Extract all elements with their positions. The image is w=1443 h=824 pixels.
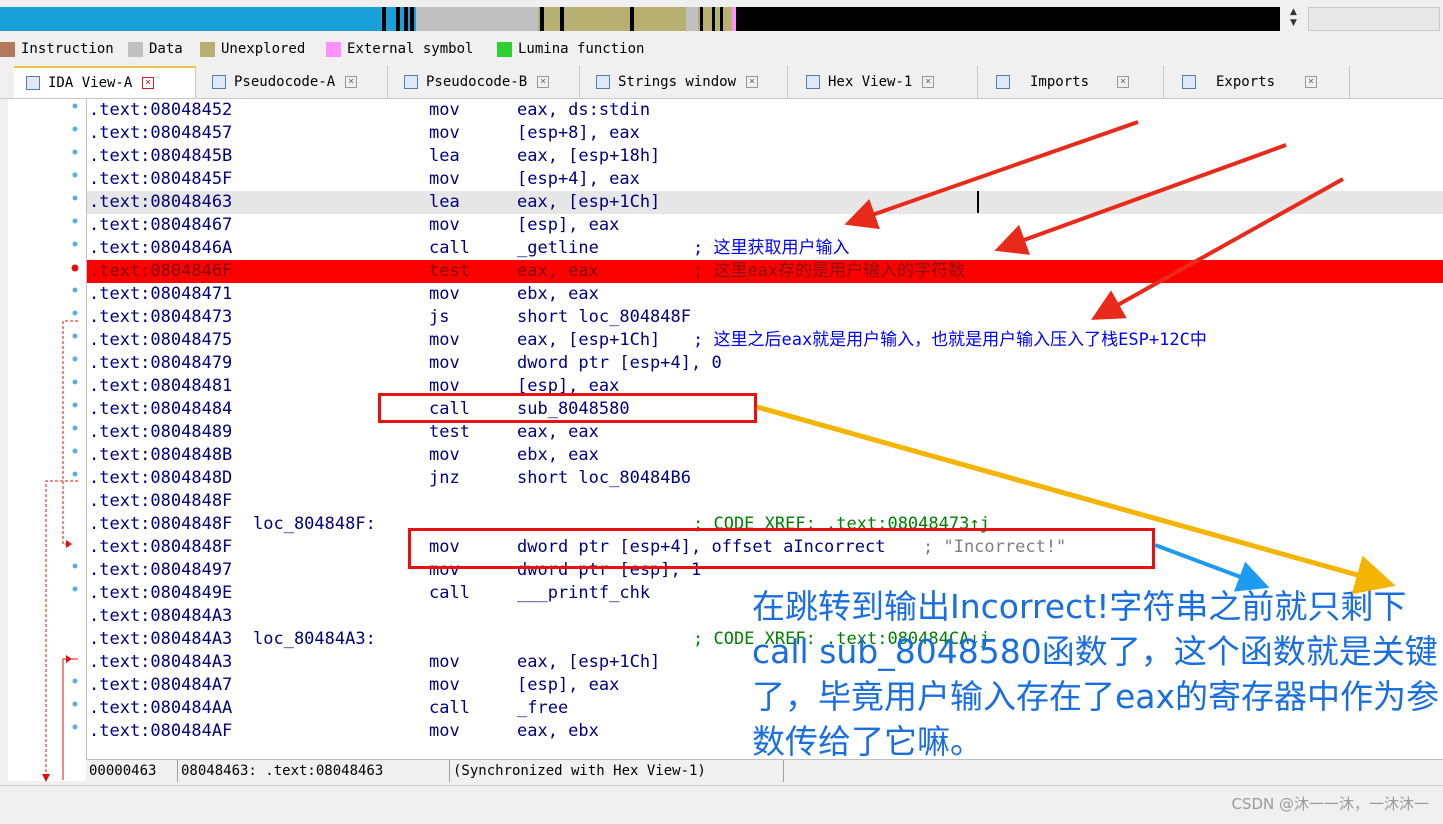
highlight-box-incorrect bbox=[408, 528, 1155, 569]
code-line[interactable]: .text:08048475 mov eax, [esp+1Ch]; 这里之后eax… bbox=[87, 329, 1443, 352]
tab-label: Exports bbox=[1216, 74, 1276, 90]
code-line[interactable]: .text:08048467 mov [esp], eax bbox=[87, 214, 1443, 237]
tab-strings-window[interactable]: Strings window × bbox=[580, 66, 788, 98]
text-cursor bbox=[977, 191, 979, 213]
tab-label: Pseudocode-A bbox=[234, 74, 336, 90]
code-line[interactable]: .text:08048473 js short loc_804848F bbox=[87, 306, 1443, 329]
tab-bar: IDA View-A × Pseudocode-A × Pseudocode-B × … bbox=[0, 66, 1443, 99]
annotation-text: 在跳转到输出Incorrect!字符串之前就只剩下call sub_804858… bbox=[752, 587, 1440, 761]
navigation-band[interactable]: ▲ ▼ bbox=[0, 0, 1443, 36]
legend-label: Instruction bbox=[21, 41, 114, 57]
tab-hex-view-1[interactable]: Hex View-1 × bbox=[788, 66, 978, 98]
code-line[interactable]: .text:0804845F mov [esp+4], eax bbox=[87, 168, 1443, 191]
legend-item-external-symbol: External symbol bbox=[326, 41, 473, 57]
tab-pseudocode-b[interactable]: Pseudocode-B × bbox=[388, 66, 580, 98]
legend-item-data: Data bbox=[128, 41, 183, 57]
close-icon[interactable]: × bbox=[1117, 76, 1130, 88]
close-icon[interactable]: × bbox=[1305, 76, 1318, 88]
tab-label: Hex View-1 bbox=[828, 74, 913, 90]
bottom-scrollbar[interactable] bbox=[0, 785, 1443, 824]
exports-icon bbox=[1182, 75, 1196, 89]
legend-swatch bbox=[0, 41, 15, 57]
status-offset: 00000463 bbox=[86, 760, 178, 782]
tab-label: IDA View-A bbox=[48, 75, 133, 91]
navigation-bar[interactable] bbox=[0, 7, 1280, 31]
legend-label: Lumina function bbox=[518, 41, 645, 57]
close-icon[interactable]: × bbox=[922, 76, 935, 88]
code-line[interactable]: .text:08048457 mov [esp+8], eax bbox=[87, 122, 1443, 145]
navigation-scroll[interactable]: ▲ ▼ bbox=[1284, 5, 1304, 33]
navigation-overview bbox=[1308, 7, 1440, 31]
code-line[interactable]: .text:08048484 call sub_8048580 bbox=[87, 398, 1443, 421]
legend-label: External symbol bbox=[347, 41, 474, 57]
tab-label: Pseudocode-B bbox=[426, 74, 528, 90]
code-line[interactable]: .text:0804848D jnz short loc_80484B6 bbox=[87, 467, 1443, 490]
imports-icon bbox=[996, 75, 1010, 89]
flow-gutter[interactable] bbox=[8, 99, 86, 781]
code-label: loc_804848F: bbox=[253, 514, 376, 534]
highlight-box-call bbox=[378, 393, 757, 423]
scroll-up-icon[interactable]: ▲ bbox=[1290, 7, 1297, 17]
tab-label: Strings window bbox=[618, 74, 737, 90]
close-icon[interactable]: × bbox=[345, 76, 358, 88]
pseudocode-icon bbox=[404, 75, 418, 89]
legend-label: Data bbox=[149, 41, 183, 57]
tab-ida-view-a[interactable]: IDA View-A × bbox=[14, 66, 196, 98]
legend-swatch bbox=[200, 41, 215, 57]
close-icon[interactable]: × bbox=[142, 77, 155, 89]
code-comment: ; 这里之后eax就是用户输入，也就是用户输入压入了栈ESP+12C中 bbox=[693, 330, 1207, 350]
code-line[interactable]: .text:0804846A call _getline; 这里获取用户输入 bbox=[87, 237, 1443, 260]
tab-imports[interactable]: Imports × bbox=[978, 66, 1164, 98]
legend-swatch bbox=[497, 41, 512, 57]
code-line[interactable]: .text:08048471 mov ebx, eax bbox=[87, 283, 1443, 306]
legend-item-unexplored: Unexplored bbox=[200, 41, 305, 57]
legend-label: Unexplored bbox=[221, 41, 306, 57]
status-location: 08048463: .text:08048463 bbox=[178, 760, 450, 782]
code-line[interactable]: .text:08048479 mov dword ptr [esp+4], 0 bbox=[87, 352, 1443, 375]
code-line[interactable]: .text:08048481 mov [esp], eax bbox=[87, 375, 1443, 398]
code-comment: ; 这里eax存的是用户输入的字符数 bbox=[693, 261, 966, 281]
code-line-selected[interactable]: .text:08048463 lea eax, [esp+1Ch] bbox=[87, 191, 1443, 214]
tab-label: Imports bbox=[1030, 74, 1090, 90]
code-line[interactable]: .text:08048452 mov eax, ds:stdin bbox=[87, 99, 1443, 122]
strings-icon bbox=[596, 75, 610, 89]
color-legend: Instruction Data Unexplored External sym… bbox=[0, 37, 1443, 61]
scroll-down-icon[interactable]: ▼ bbox=[1290, 18, 1297, 28]
tab-exports[interactable]: Exports × bbox=[1164, 66, 1350, 98]
code-line[interactable]: .text:0804848B mov ebx, eax bbox=[87, 444, 1443, 467]
code-comment: ; 这里获取用户输入 bbox=[693, 238, 850, 258]
status-sync: (Synchronized with Hex View-1) bbox=[450, 760, 784, 782]
close-icon[interactable]: × bbox=[537, 76, 550, 88]
legend-swatch bbox=[326, 41, 341, 57]
close-icon[interactable]: × bbox=[746, 76, 759, 88]
pseudocode-icon bbox=[212, 75, 226, 89]
legend-item-instruction: Instruction bbox=[0, 41, 114, 57]
ida-view-icon bbox=[26, 76, 40, 90]
legend-swatch bbox=[128, 41, 143, 57]
code-line-breakpoint[interactable]: .text:0804846F test eax, eax; 这里eax存的是用户输入… bbox=[87, 260, 1443, 283]
code-line[interactable]: .text:0804845B lea eax, [esp+18h] bbox=[87, 145, 1443, 168]
tab-pseudocode-a[interactable]: Pseudocode-A × bbox=[196, 66, 388, 98]
code-label: loc_80484A3: bbox=[253, 629, 376, 649]
legend-item-lumina-function: Lumina function bbox=[497, 41, 644, 57]
code-line[interactable]: .text:08048489 test eax, eax bbox=[87, 421, 1443, 444]
hex-icon bbox=[806, 75, 820, 89]
watermark: CSDN @沐一一沐，一沐沐一 bbox=[1231, 795, 1429, 813]
code-line[interactable]: .text:0804848F bbox=[87, 490, 1443, 513]
